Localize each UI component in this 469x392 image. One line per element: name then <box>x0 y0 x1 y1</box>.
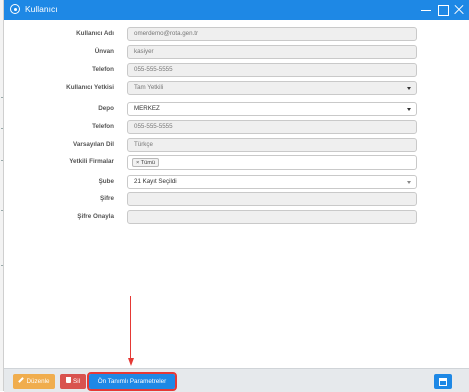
warehouse-select[interactable]: MERKEZ <box>127 102 417 116</box>
authority-select[interactable]: Tam Yetkili <box>127 81 417 95</box>
row-password: Şifre <box>4 192 469 206</box>
language-field[interactable]: Türkçe <box>127 138 417 152</box>
row-warehouse: Depo MERKEZ <box>4 102 469 116</box>
maximize-icon[interactable] <box>436 3 450 17</box>
row-branch: Şube 21 Kayıt Seçildi <box>4 175 469 189</box>
phone2-label: Telefon <box>92 123 114 130</box>
annotation-arrow-head <box>127 358 134 366</box>
companies-multiselect[interactable]: × Tümü <box>127 155 417 170</box>
phone-label: Telefon <box>92 66 114 73</box>
warehouse-value: MERKEZ <box>134 105 160 112</box>
row-language: Varsayılan Dil Türkçe <box>4 138 469 152</box>
username-field[interactable]: omerdemo@rota.gen.tr <box>127 27 417 41</box>
branch-label: Şube <box>98 178 114 185</box>
edit-button-label: Düzenle <box>26 378 50 385</box>
edit-button[interactable]: Düzenle <box>13 374 55 389</box>
title-field[interactable]: kasiyer <box>127 45 417 59</box>
branch-value: 21 Kayıt Seçildi <box>134 178 177 185</box>
phone-field[interactable]: 055-555-5555 <box>127 63 417 77</box>
minimize-icon[interactable] <box>419 3 433 17</box>
title-bar: Kullanıcı <box>4 0 469 20</box>
companies-label: Yetkili Firmalar <box>69 158 114 165</box>
footer-toolbar: Düzenle Sil Ön Tanımlı Parametreler <box>4 368 469 392</box>
row-companies: Yetkili Firmalar × Tümü <box>4 155 469 170</box>
phone2-field[interactable]: 055-555-5555 <box>127 120 417 134</box>
default-parameters-button[interactable]: Ön Tanımlı Parametreler <box>87 372 177 391</box>
chevron-down-icon <box>407 108 411 111</box>
default-parameters-label: Ön Tanımlı Parametreler <box>97 378 167 385</box>
password-label: Şifre <box>100 195 114 202</box>
row-phone: Telefon 055-555-5555 <box>4 63 469 77</box>
warehouse-label: Depo <box>98 105 114 112</box>
chevron-down-icon <box>407 181 411 184</box>
row-username: Kullanıcı Adı omerdemo@rota.gen.tr <box>4 27 469 41</box>
branch-select[interactable]: 21 Kayıt Seçildi <box>127 175 417 189</box>
save-icon <box>439 377 447 386</box>
title-label: Ünvan <box>94 48 114 55</box>
app-icon <box>10 4 20 14</box>
row-authority: Kullanıcı Yetkisi Tam Yetkili <box>4 81 469 95</box>
delete-button-label: Sil <box>73 378 80 385</box>
row-title: Ünvan kasiyer <box>4 45 469 59</box>
annotation-arrow <box>130 296 132 362</box>
authority-value: Tam Yetkili <box>134 84 164 91</box>
chevron-down-icon <box>407 87 411 90</box>
password-confirm-field[interactable] <box>127 210 417 224</box>
password-field[interactable] <box>127 192 417 206</box>
row-password-confirm: Şifre Onayla <box>4 210 469 224</box>
save-button[interactable] <box>434 374 452 389</box>
username-label: Kullanıcı Adı <box>76 30 114 37</box>
authority-label: Kullanıcı Yetkisi <box>66 84 114 91</box>
window-title: Kullanıcı <box>25 4 58 14</box>
language-label: Varsayılan Dil <box>73 141 114 148</box>
trash-icon <box>66 377 71 384</box>
close-icon[interactable] <box>452 3 466 17</box>
delete-button[interactable]: Sil <box>60 374 86 389</box>
password-confirm-label: Şifre Onayla <box>77 213 114 220</box>
pencil-icon <box>18 377 25 384</box>
companies-tag[interactable]: × Tümü <box>132 158 160 167</box>
row-phone2: Telefon 055-555-5555 <box>4 120 469 134</box>
user-dialog: Kullanıcı Kullanıcı Adı omerdemo@rota.ge… <box>3 0 469 392</box>
